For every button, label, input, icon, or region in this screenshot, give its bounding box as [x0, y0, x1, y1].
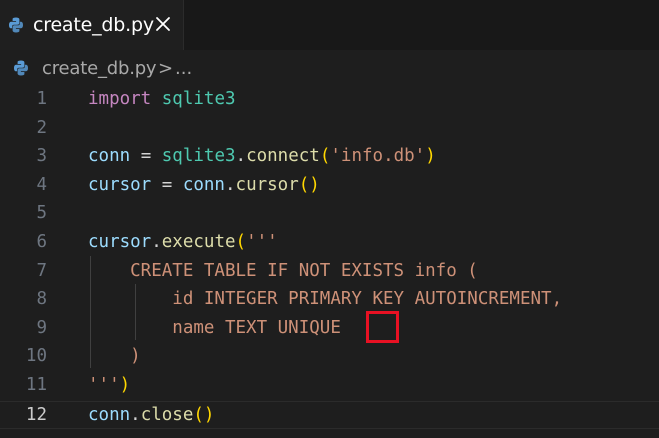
code-line[interactable]: 5: [0, 200, 659, 228]
line-number: 11: [25, 375, 47, 395]
code-line[interactable]: 1 import sqlite3: [0, 86, 659, 114]
line-number: 12: [25, 404, 47, 425]
code-text: '''): [88, 375, 130, 395]
line-number: 5: [36, 203, 47, 224]
tab-label: create_db.py: [33, 14, 154, 36]
code-token: 'info.db': [330, 146, 426, 167]
code-text: CREATE TABLE IF NOT EXISTS info (: [88, 261, 478, 281]
code-token: .: [130, 404, 141, 425]
code-text: cursor.execute(''': [88, 232, 278, 252]
code-token: ): [88, 346, 141, 367]
code-token: execute: [161, 232, 236, 252]
code-token: ''': [246, 232, 278, 252]
python-icon: [14, 60, 28, 76]
breadcrumb: create_db.py > ...: [0, 50, 659, 86]
code-token: .: [151, 232, 162, 252]
code-token: (): [298, 174, 320, 195]
code-line[interactable]: 8 id INTEGER PRIMARY KEY AUTOINCREMENT,: [0, 286, 659, 314]
code-text: id INTEGER PRIMARY KEY AUTOINCREMENT,: [88, 289, 562, 309]
code-token: cursor: [235, 174, 299, 195]
line-number: 7: [36, 260, 47, 281]
breadcrumb-more[interactable]: ...: [175, 58, 192, 79]
code-token: conn: [88, 404, 131, 425]
code-text: name TEXT UNIQUE: [88, 318, 341, 338]
tab-bar: create_db.py: [0, 0, 659, 50]
code-token: CREATE TABLE IF NOT EXISTS info (: [88, 260, 478, 281]
code-token: (: [235, 232, 247, 252]
code-token: connect: [246, 146, 320, 167]
code-token: import: [88, 89, 152, 109]
code-token: conn: [182, 174, 225, 195]
code-token: name TEXT UNIQUE: [88, 317, 341, 338]
code-line[interactable]: 2: [0, 115, 659, 143]
code-token: =: [130, 146, 162, 167]
line-number: 10: [25, 346, 47, 367]
line-number: 6: [36, 232, 47, 252]
code-token: cursor: [88, 232, 152, 252]
line-number: 8: [36, 289, 47, 310]
code-token: cursor: [88, 174, 152, 195]
code-token: ): [119, 375, 131, 395]
code-token: conn: [88, 146, 131, 167]
code-text: conn.close(): [88, 405, 214, 425]
code-token: ): [425, 146, 436, 167]
code-line[interactable]: 4 cursor = conn.cursor(): [0, 172, 659, 200]
line-number: 1: [36, 89, 47, 109]
line-number: 4: [36, 174, 47, 195]
code-token: .: [224, 174, 236, 195]
breadcrumb-file[interactable]: create_db.py: [42, 58, 157, 79]
code-line[interactable]: 3 conn = sqlite3.connect('info.db'): [0, 143, 659, 171]
code-token: (: [319, 146, 331, 167]
code-token: ''': [88, 375, 120, 395]
code-text: ): [88, 346, 141, 366]
code-token: =: [151, 174, 183, 195]
line-number: 9: [36, 317, 47, 338]
code-line[interactable]: 7 CREATE TABLE IF NOT EXISTS info (: [0, 258, 659, 286]
highlight-annotation-box: [366, 311, 399, 343]
close-icon[interactable]: [154, 15, 172, 33]
code-editor[interactable]: 1 import sqlite3 2 3 conn = sqlite3.connect(…: [0, 86, 659, 438]
code-line[interactable]: 12 conn.close(): [0, 400, 659, 429]
tab-create-db[interactable]: create_db.py: [0, 0, 184, 50]
code-text: cursor = conn.cursor(): [88, 175, 320, 195]
line-number: 3: [36, 146, 47, 167]
code-token: (): [193, 404, 215, 425]
code-text: conn = sqlite3.connect('info.db'): [88, 146, 436, 166]
code-line[interactable]: 9 name TEXT UNIQUE: [0, 315, 659, 343]
code-token: sqlite3: [161, 146, 236, 167]
chevron-right-icon: >: [158, 58, 174, 79]
code-token: .: [235, 146, 247, 167]
code-token: sqlite3: [161, 89, 236, 109]
code-line[interactable]: 6 cursor.execute(''': [0, 229, 659, 257]
code-line[interactable]: 11 '''): [0, 372, 659, 400]
line-number: 2: [36, 117, 47, 138]
code-line[interactable]: 10 ): [0, 343, 659, 371]
code-token: close: [140, 404, 194, 425]
code-token: id INTEGER PRIMARY KEY AUTOINCREMENT,: [88, 289, 563, 310]
python-icon: [9, 17, 23, 33]
code-text: import sqlite3: [88, 89, 236, 109]
